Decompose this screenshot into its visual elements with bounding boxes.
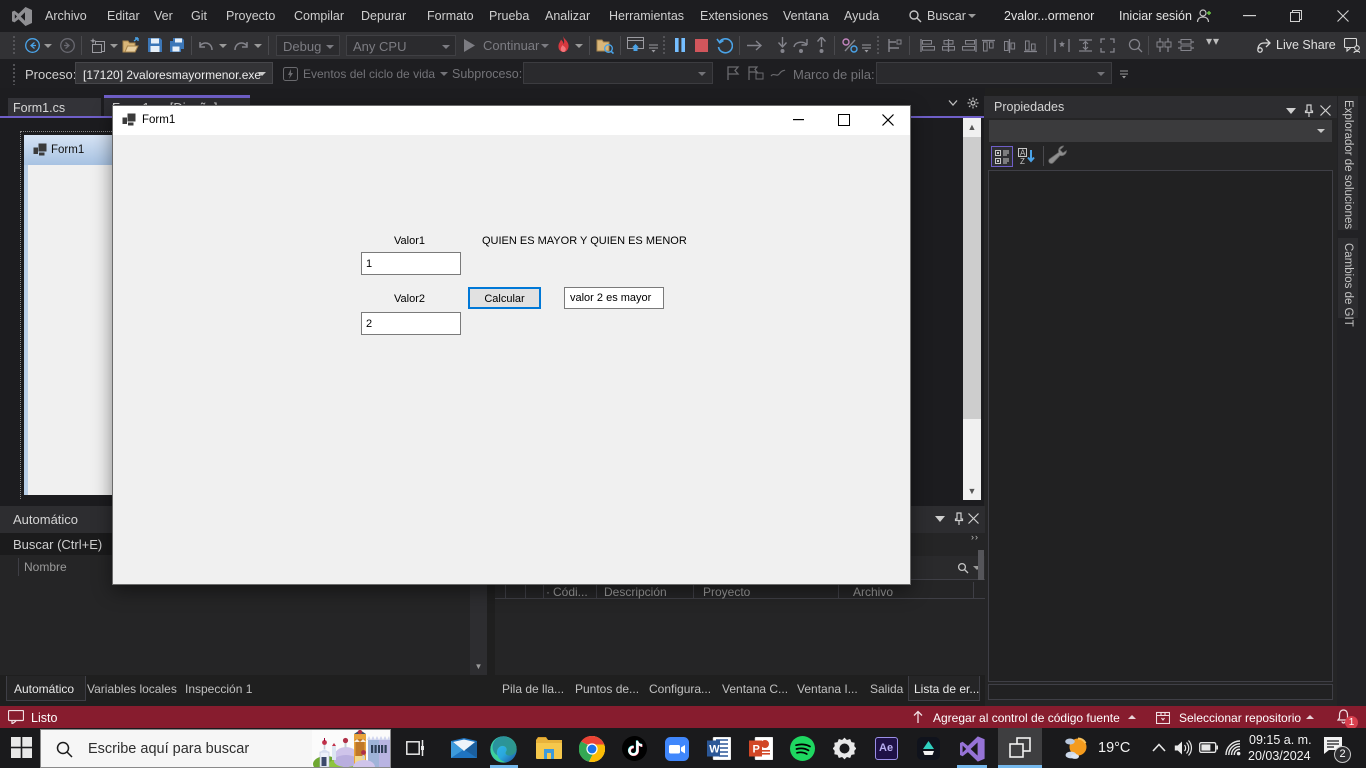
svg-text:W: W — [709, 744, 720, 756]
svg-text:Z: Z — [1020, 157, 1025, 165]
svg-text:P: P — [753, 744, 760, 756]
